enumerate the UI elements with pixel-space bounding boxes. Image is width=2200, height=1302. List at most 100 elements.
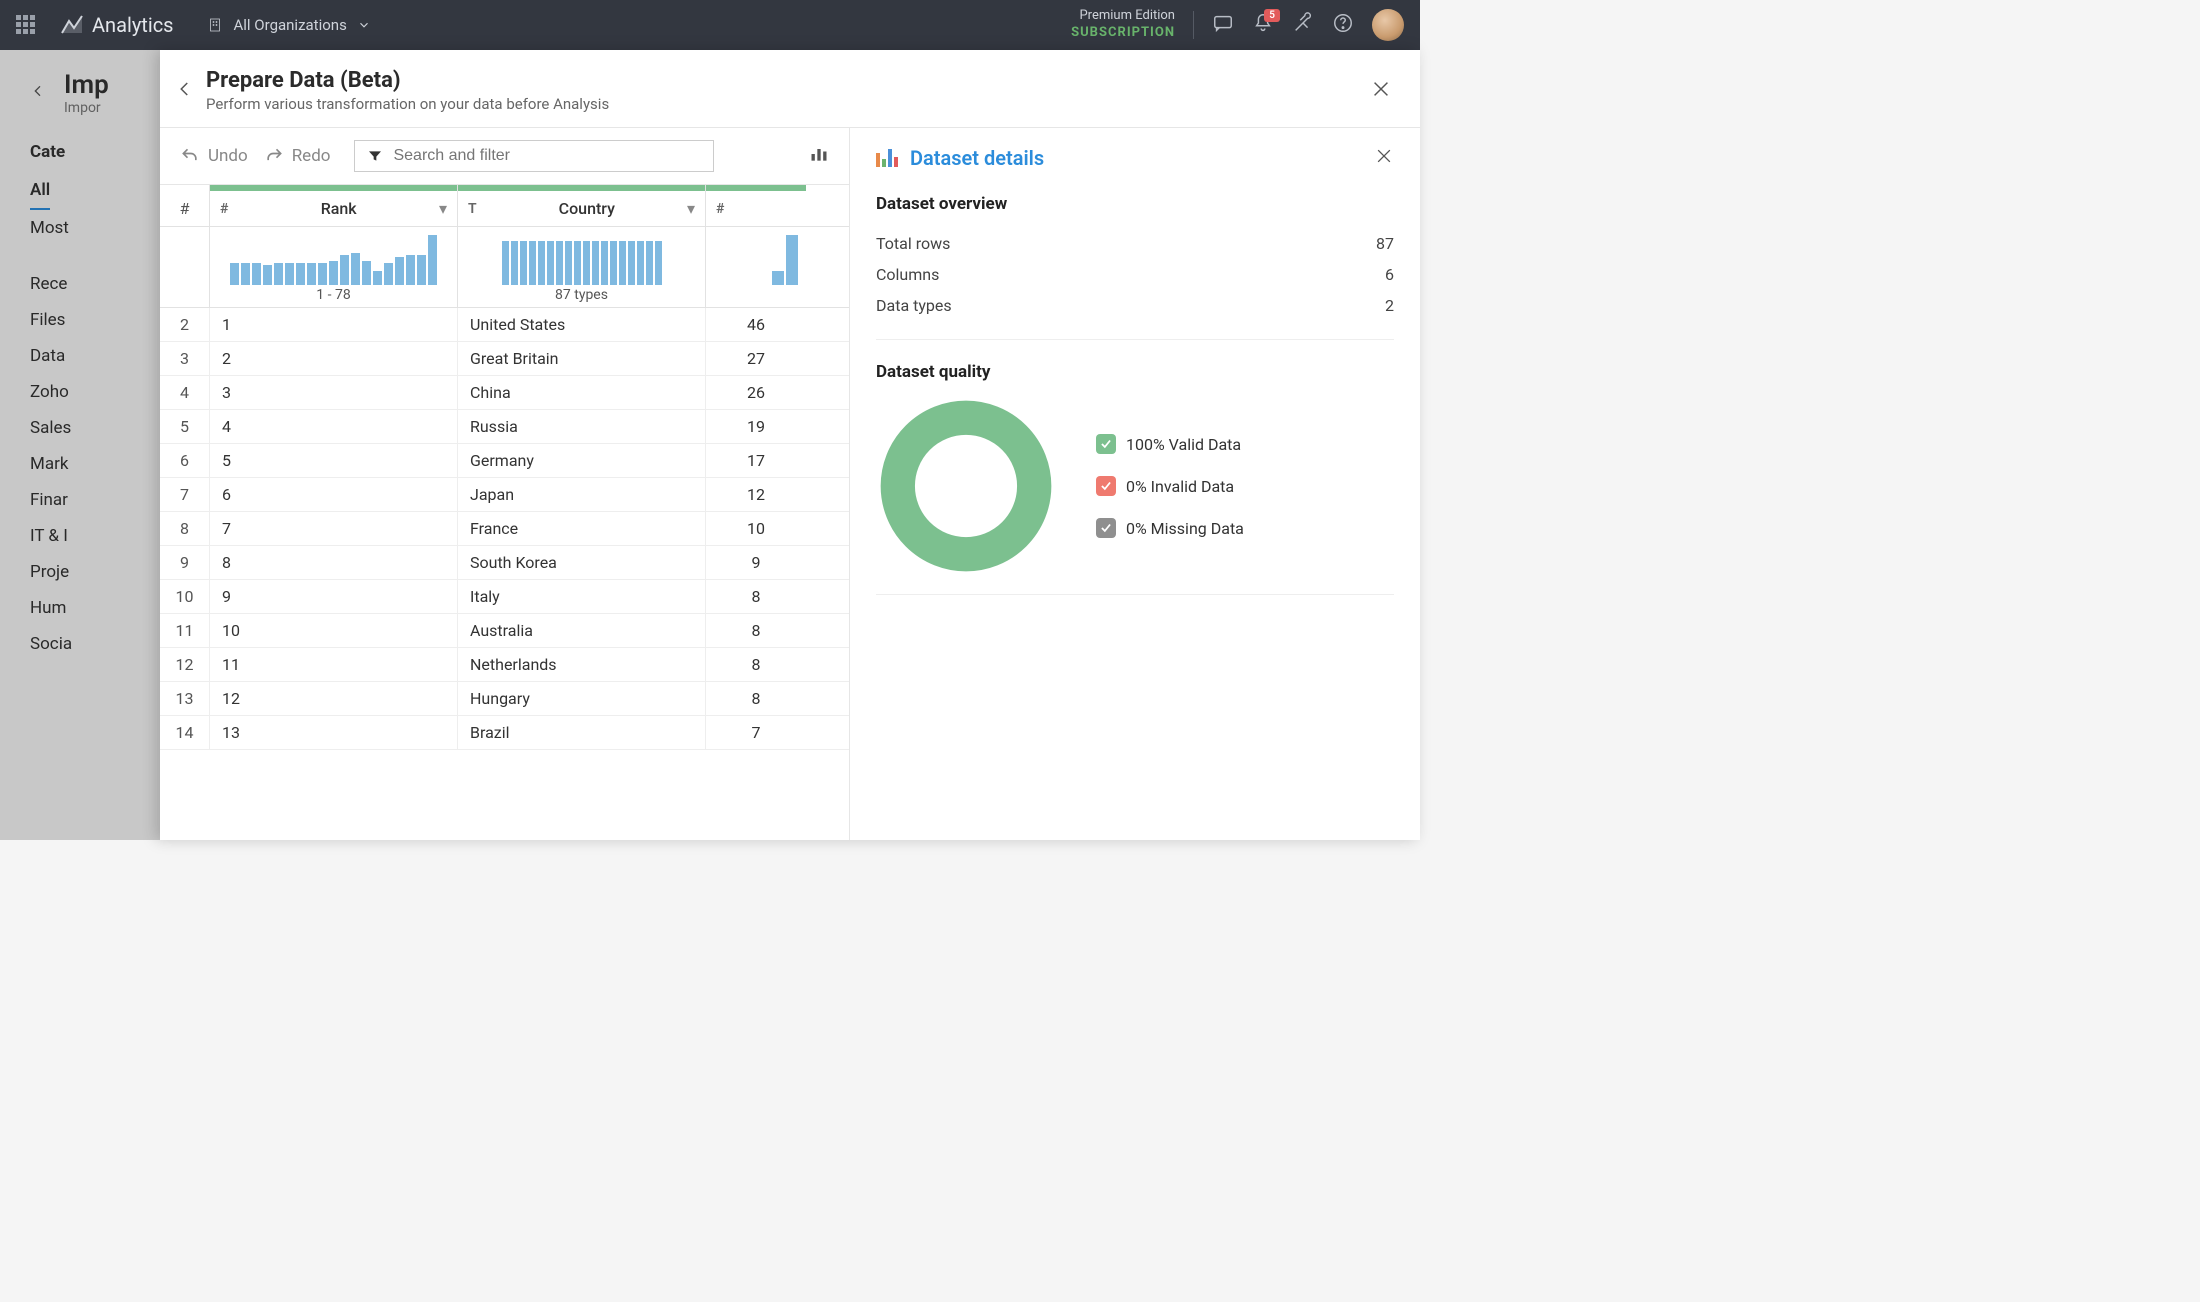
redo-button[interactable]: Redo <box>264 146 331 166</box>
row-number: 8 <box>160 512 210 545</box>
legend-label: 0% Invalid Data <box>1126 477 1234 496</box>
cell-rank: 12 <box>210 682 458 715</box>
row-number: 6 <box>160 444 210 477</box>
cell-rank: 11 <box>210 648 458 681</box>
row-number: 3 <box>160 342 210 375</box>
column-value-header[interactable]: # <box>706 191 806 226</box>
details-title: Dataset details <box>910 146 1044 170</box>
panel-back-icon[interactable] <box>176 80 194 102</box>
cell-country: United States <box>458 308 706 341</box>
page-subtitle: Impor <box>64 100 109 116</box>
undo-button[interactable]: Undo <box>180 146 248 166</box>
quality-legend: 100% Valid Data 0% Invalid Data 0% Missing… <box>1096 434 1244 538</box>
cell-country: Japan <box>458 478 706 511</box>
data-grid[interactable]: # # Rank ▾ T Country ▾ # <box>160 184 849 840</box>
avatar[interactable] <box>1372 9 1404 41</box>
prepare-data-panel: Prepare Data (Beta) Perform various tran… <box>160 50 1420 840</box>
row-number: 12 <box>160 648 210 681</box>
grid-header: # # Rank ▾ T Country ▾ # <box>160 191 849 227</box>
notification-badge: 5 <box>1264 9 1280 22</box>
product-name: Analytics <box>92 13 174 37</box>
cell-value: 12 <box>706 478 806 511</box>
table-row[interactable]: 43China26 <box>160 376 849 410</box>
undo-label: Undo <box>208 146 248 166</box>
edition-line2[interactable]: SUBSCRIPTION <box>1071 25 1175 42</box>
histogram-value[interactable] <box>714 233 798 285</box>
cell-rank: 9 <box>210 580 458 613</box>
table-row[interactable]: 65Germany17 <box>160 444 849 478</box>
cell-rank: 13 <box>210 716 458 749</box>
row-number: 5 <box>160 410 210 443</box>
help-icon[interactable] <box>1332 12 1354 38</box>
row-number: 9 <box>160 546 210 579</box>
cell-value: 26 <box>706 376 806 409</box>
cell-rank: 2 <box>210 342 458 375</box>
check-icon <box>1096 518 1116 538</box>
redo-label: Redo <box>292 146 331 166</box>
cell-rank: 5 <box>210 444 458 477</box>
tools-icon[interactable] <box>1292 12 1314 38</box>
column-rank-header[interactable]: # Rank ▾ <box>210 191 458 226</box>
table-row[interactable]: 54Russia19 <box>160 410 849 444</box>
table-row[interactable]: 1211Netherlands8 <box>160 648 849 682</box>
chat-icon[interactable] <box>1212 12 1234 38</box>
table-row[interactable]: 1312Hungary8 <box>160 682 849 716</box>
cell-country: Hungary <box>458 682 706 715</box>
cell-value: 10 <box>706 512 806 545</box>
cell-rank: 8 <box>210 546 458 579</box>
legend-item[interactable]: 100% Valid Data <box>1096 434 1244 454</box>
bell-icon[interactable]: 5 <box>1252 12 1274 38</box>
histogram-label: 87 types <box>466 287 697 303</box>
back-icon[interactable] <box>30 83 46 103</box>
search-box[interactable] <box>354 140 714 172</box>
table-row[interactable]: 76Japan12 <box>160 478 849 512</box>
rownum-header: # <box>160 191 210 226</box>
table-row[interactable]: 1413Brazil7 <box>160 716 849 750</box>
table-row[interactable]: 32Great Britain27 <box>160 342 849 376</box>
chart-toggle-icon[interactable] <box>809 144 829 168</box>
search-input[interactable] <box>393 147 701 165</box>
chevron-down-icon[interactable]: ▾ <box>439 199 447 218</box>
dataset-details-icon <box>876 149 898 167</box>
cell-rank: 6 <box>210 478 458 511</box>
divider <box>876 594 1394 595</box>
panel-header: Prepare Data (Beta) Perform various tran… <box>160 50 1420 128</box>
cell-rank: 10 <box>210 614 458 647</box>
table-row[interactable]: 1110Australia8 <box>160 614 849 648</box>
cell-value: 8 <box>706 580 806 613</box>
data-grid-area: Undo Redo <box>160 128 850 840</box>
divider <box>1193 11 1194 39</box>
chevron-down-icon[interactable]: ▾ <box>687 199 695 218</box>
legend-label: 100% Valid Data <box>1126 435 1241 454</box>
cell-value: 9 <box>706 546 806 579</box>
type-numeric-icon: # <box>716 201 724 217</box>
close-icon[interactable] <box>1374 146 1394 170</box>
cell-value: 8 <box>706 614 806 647</box>
histogram-rank[interactable] <box>218 233 449 285</box>
legend-item[interactable]: 0% Missing Data <box>1096 518 1244 538</box>
table-row[interactable]: 98South Korea9 <box>160 546 849 580</box>
table-row[interactable]: 87France10 <box>160 512 849 546</box>
table-row[interactable]: 21United States46 <box>160 308 849 342</box>
cell-country: South Korea <box>458 546 706 579</box>
cell-value: 8 <box>706 682 806 715</box>
org-selector[interactable]: All Organizations <box>206 16 371 34</box>
cell-value: 17 <box>706 444 806 477</box>
redo-icon <box>264 146 284 166</box>
histogram-country[interactable] <box>466 233 697 285</box>
cell-country: Netherlands <box>458 648 706 681</box>
overview-row: Columns6 <box>876 259 1394 290</box>
sidebar-item[interactable]: All <box>30 172 50 210</box>
table-row[interactable]: 109Italy8 <box>160 580 849 614</box>
close-icon[interactable] <box>1370 78 1392 104</box>
quality-donut-chart <box>876 396 1056 576</box>
edition-info: Premium Edition SUBSCRIPTION <box>1071 8 1175 42</box>
overview-title: Dataset overview <box>876 194 1394 214</box>
apps-icon[interactable] <box>16 15 36 35</box>
product-logo[interactable]: Analytics <box>60 13 174 37</box>
column-country-header[interactable]: T Country ▾ <box>458 191 706 226</box>
panel-title: Prepare Data (Beta) <box>206 68 609 93</box>
histogram-row: 1 - 78 87 types <box>160 227 849 308</box>
legend-item[interactable]: 0% Invalid Data <box>1096 476 1244 496</box>
row-number: 10 <box>160 580 210 613</box>
